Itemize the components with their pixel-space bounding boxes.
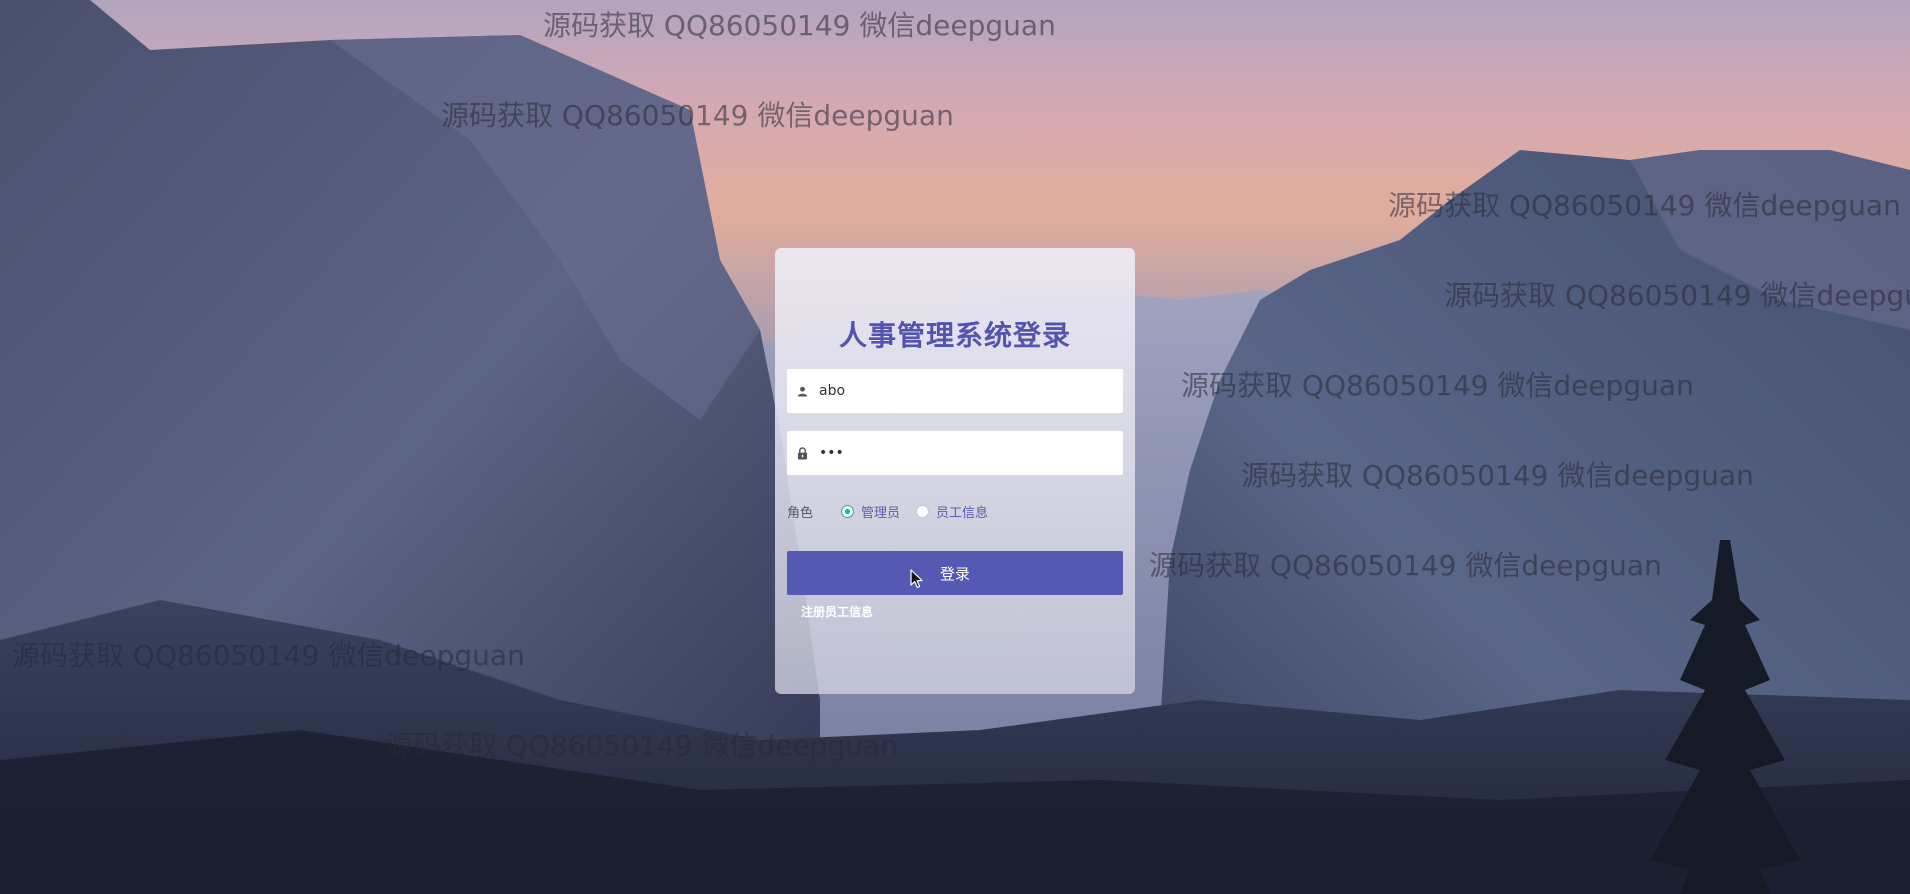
- password-field[interactable]: [787, 431, 1123, 475]
- user-icon: [787, 386, 817, 397]
- login-card: 人事管理系统登录 角色: [775, 248, 1135, 694]
- login-page: 源码获取 QQ86050149 微信deepguan 源码获取 QQ860501…: [0, 0, 1910, 894]
- register-link[interactable]: 注册员工信息: [801, 603, 873, 620]
- role-option-label: 员工信息: [936, 505, 989, 521]
- role-option-label: 管理员: [861, 505, 901, 521]
- radio-checked-icon[interactable]: [841, 504, 855, 518]
- password-input[interactable]: [817, 444, 1111, 462]
- username-input[interactable]: [817, 382, 1111, 400]
- role-label: 角色: [787, 505, 814, 521]
- role-radio-admin[interactable]: 管理员: [841, 502, 900, 521]
- login-button[interactable]: 登录: [787, 551, 1123, 595]
- radio-unchecked-icon[interactable]: [916, 504, 930, 518]
- login-title: 人事管理系统登录: [838, 319, 1071, 352]
- role-selector: 角色 管理员 员工信息: [787, 501, 1004, 521]
- lock-icon: [787, 446, 817, 460]
- mouse-pointer-icon: [910, 569, 923, 588]
- role-radio-employee[interactable]: 员工信息: [916, 502, 988, 521]
- username-field[interactable]: [787, 369, 1123, 413]
